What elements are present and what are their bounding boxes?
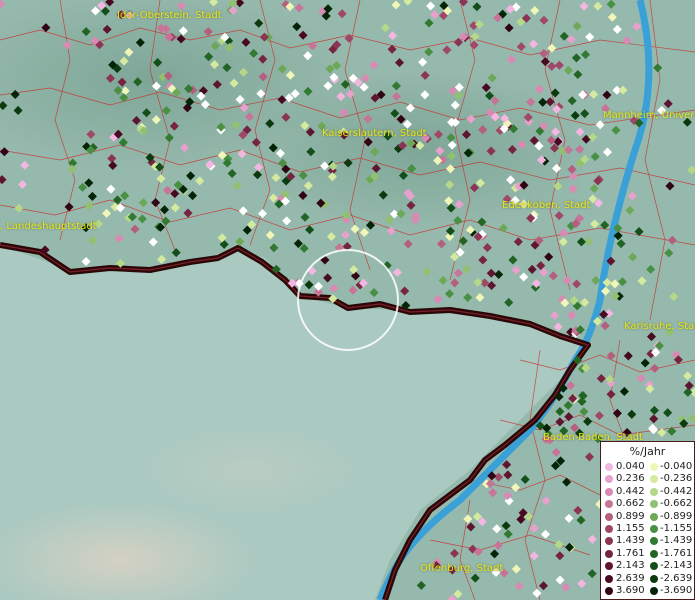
legend-value: 1.155 xyxy=(616,523,645,534)
legend-swatch xyxy=(650,574,658,583)
legend-row: 2.143 -2.143 xyxy=(601,560,694,572)
legend-title: %/Jahr xyxy=(629,445,666,458)
legend-swatch xyxy=(650,463,658,471)
legend-swatch xyxy=(605,562,613,571)
legend-swatch xyxy=(605,463,613,471)
legend-value: -1.439 xyxy=(660,535,693,547)
relief-highlight xyxy=(130,420,370,520)
legend-value: -2.143 xyxy=(660,560,693,572)
legend-value: -2.639 xyxy=(660,572,693,584)
map-viewport[interactable]: Idar-Oberstein, Stadt Kaiserslautern, St… xyxy=(0,0,695,600)
legend-swatch xyxy=(650,475,658,484)
city-label: Mannheim, Universitätsstadt xyxy=(603,110,695,121)
legend-value: 0.442 xyxy=(616,485,645,497)
legend-swatch xyxy=(605,537,613,546)
legend-swatch xyxy=(605,512,613,521)
legend-value: -0.236 xyxy=(660,473,693,485)
legend-swatch xyxy=(605,574,613,583)
legend-value: -0.662 xyxy=(660,498,693,510)
legend-value: 0.899 xyxy=(616,510,645,522)
legend-value: -1.761 xyxy=(660,547,693,559)
map-base-layer xyxy=(0,0,695,600)
legend-swatch xyxy=(650,512,658,521)
legend-value: 0.662 xyxy=(616,498,645,510)
legend-swatch xyxy=(650,587,658,595)
legend-swatch xyxy=(650,537,658,546)
legend-swatch xyxy=(605,500,613,509)
legend-value: -0.040 xyxy=(660,461,693,472)
legend-swatch xyxy=(650,549,658,558)
legend-value: -0.442 xyxy=(660,485,693,497)
legend-swatch xyxy=(605,549,613,558)
map-legend: %/Jahr 0.040 -0.040 0.236 -0.236 0.442 -0.442… xyxy=(600,441,695,600)
city-label: Edenkoben, Stadt xyxy=(502,200,591,211)
legend-value: 1.439 xyxy=(616,535,645,547)
legend-row: 1.761 -1.761 xyxy=(601,548,694,560)
legend-value: -1.155 xyxy=(660,523,693,534)
legend-swatch xyxy=(650,500,658,509)
legend-value: -3.690 xyxy=(660,585,693,596)
legend-swatch xyxy=(605,587,613,595)
legend-swatch xyxy=(650,562,658,571)
city-label: Karlsruhe, Stadt xyxy=(624,321,695,332)
legend-swatch xyxy=(650,525,658,533)
legend-row: 1.155 -1.155 xyxy=(601,523,694,535)
legend-swatch xyxy=(650,487,658,496)
legend-row: 0.040 -0.040 xyxy=(601,461,694,473)
legend-row: 0.236 -0.236 xyxy=(601,473,694,485)
legend-row: 0.662 -0.662 xyxy=(601,498,694,510)
legend-row: 0.442 -0.442 xyxy=(601,486,694,498)
legend-row: 3.690 -3.690 xyxy=(601,585,694,597)
city-label: Offenburg, Stadt xyxy=(420,563,504,574)
city-label: , Landeshauptstadt xyxy=(0,221,97,232)
legend-swatch xyxy=(605,475,613,484)
city-label: Kaiserslautern, Stadt xyxy=(322,128,427,139)
legend-value: 1.761 xyxy=(616,547,645,559)
legend-value: 3.690 xyxy=(616,585,645,596)
legend-row: 0.899 -0.899 xyxy=(601,511,694,523)
legend-swatch xyxy=(605,487,613,496)
legend-row: 1.439 -1.439 xyxy=(601,535,694,547)
city-label: Idar-Oberstein, Stadt xyxy=(117,10,222,21)
legend-value: 0.236 xyxy=(616,473,645,485)
legend-swatch xyxy=(605,525,613,533)
legend-value: 2.639 xyxy=(616,572,645,584)
legend-value: 0.040 xyxy=(616,461,645,472)
legend-value: -0.899 xyxy=(660,510,693,522)
legend-row: 2.639 -2.639 xyxy=(601,573,694,585)
legend-value: 2.143 xyxy=(616,560,645,572)
